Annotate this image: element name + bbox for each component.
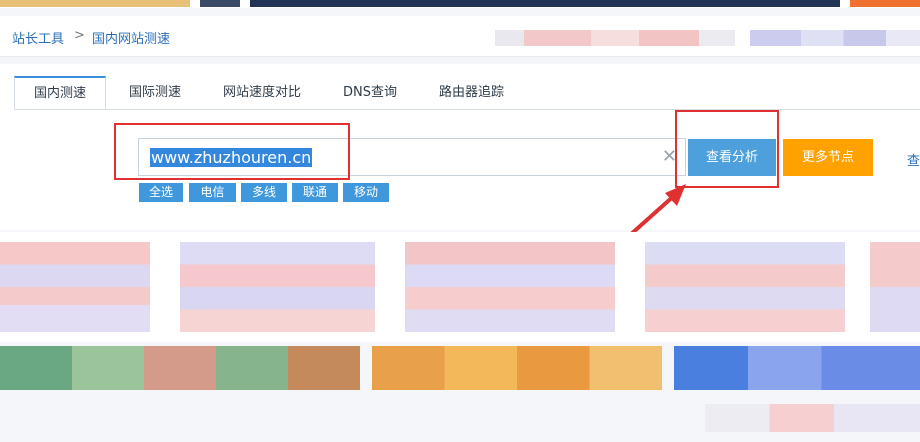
tab-dns-query[interactable]: DNS查询: [343, 77, 397, 109]
obscured-banner-left: [0, 346, 360, 390]
tab-divider: [14, 109, 920, 110]
obscured-block: [870, 242, 920, 332]
more-nodes-button[interactable]: 更多节点: [783, 139, 873, 176]
tab-speed-compare[interactable]: 网站速度对比: [223, 77, 301, 109]
obscured-banner: [0, 346, 920, 390]
obscured-banner-right: [674, 346, 920, 390]
annotation-box-url: [114, 123, 350, 180]
obscured-block: [645, 242, 845, 332]
filter-unicom[interactable]: 联通: [292, 183, 338, 202]
filter-multiline[interactable]: 多线: [241, 183, 287, 202]
top-banner-icon: [200, 0, 240, 7]
obscured-region: [495, 30, 735, 46]
top-banner-right: [850, 0, 920, 7]
top-strip: [0, 0, 920, 8]
obscured-block: [0, 242, 150, 332]
filter-telecom[interactable]: 电信: [189, 183, 236, 202]
breadcrumb-separator: >: [74, 28, 85, 43]
filter-all[interactable]: 全选: [139, 183, 183, 202]
tab-route-trace[interactable]: 路由器追踪: [439, 77, 504, 109]
top-banner-middle: [250, 0, 840, 7]
top-banner-left: [0, 0, 190, 7]
breadcrumb-current[interactable]: 国内网站测速: [92, 28, 170, 47]
obscured-region: [750, 30, 920, 46]
tab-domestic-speed[interactable]: 国内测速: [14, 76, 107, 110]
obscured-block: [180, 242, 375, 332]
obscured-footer: [705, 404, 920, 432]
obscured-results: [0, 232, 920, 342]
breadcrumb-home[interactable]: 站长工具: [12, 28, 64, 47]
query-link[interactable]: 查: [907, 150, 920, 169]
annotation-box-button: [675, 110, 779, 188]
filter-mobile[interactable]: 移动: [343, 183, 389, 202]
obscured-block: [405, 242, 615, 332]
obscured-banner-middle: [372, 346, 662, 390]
tab-international-speed[interactable]: 国际测速: [129, 77, 181, 109]
breadcrumb: 站长工具 > 国内网站测速: [0, 16, 920, 57]
